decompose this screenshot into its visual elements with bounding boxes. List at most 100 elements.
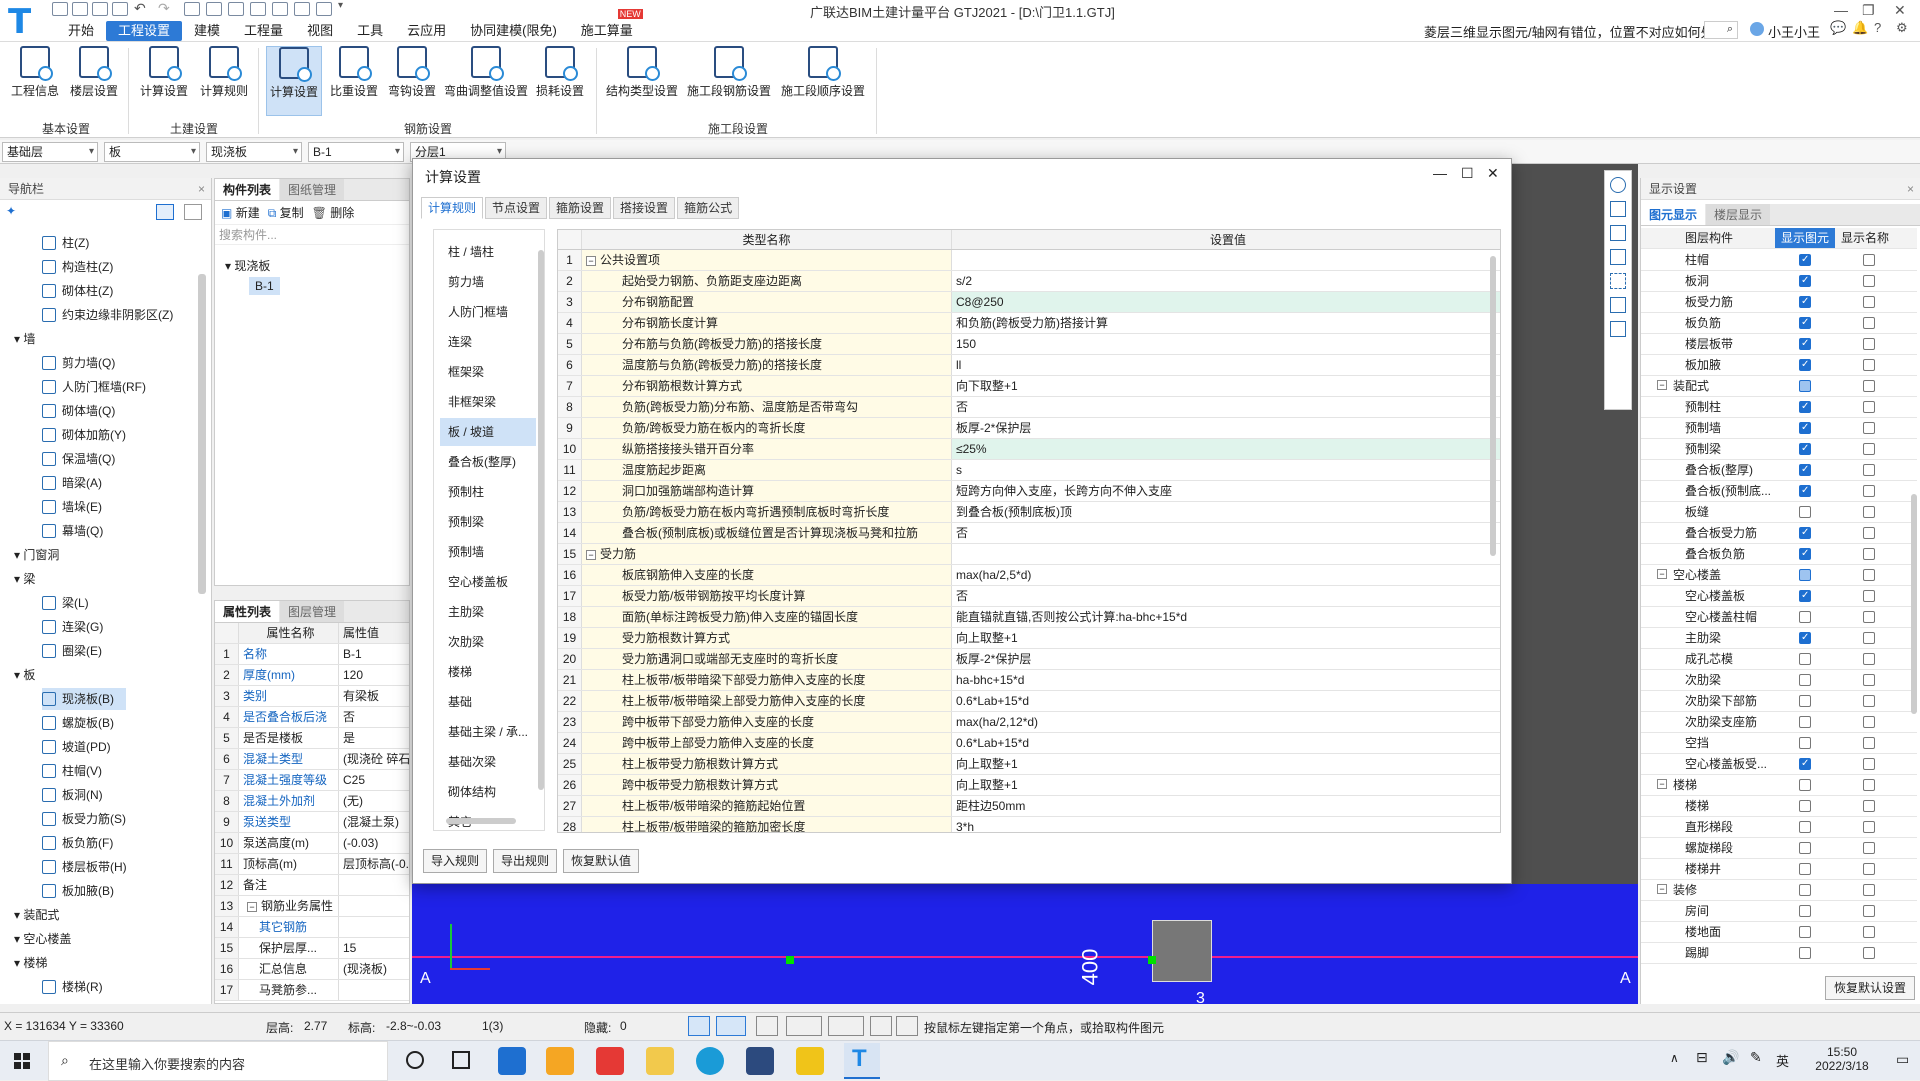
category-item[interactable]: 次肋梁	[440, 628, 536, 656]
menu-start[interactable]: 开始	[56, 21, 106, 41]
show-element-checkbox[interactable]	[1799, 947, 1811, 959]
cad-icon[interactable]	[746, 1047, 774, 1075]
rule-value[interactable]: 0.6*Lab+15*d	[952, 733, 1500, 753]
show-element-checkbox[interactable]	[1799, 716, 1811, 728]
property-value[interactable]: 有梁板	[339, 686, 409, 706]
show-element-checkbox[interactable]	[1799, 506, 1811, 518]
category-item[interactable]: 预制梁	[440, 508, 536, 536]
category-item[interactable]: 基础次梁	[440, 748, 536, 776]
nav-item[interactable]: 构造柱(Z)	[42, 256, 113, 278]
show-name-checkbox[interactable]	[1863, 800, 1875, 812]
app-icon-blue[interactable]	[498, 1047, 526, 1075]
tab-stirrup-formula[interactable]: 箍筋公式	[677, 197, 740, 219]
chat-icon[interactable]: 💬	[1830, 20, 1846, 36]
property-value[interactable]: 层顶标高(-0.	[339, 854, 409, 874]
rule-row[interactable]: 13 负筋/跨板受力筋在板内弯折遇预制底板时弯折长度 到叠合板(预制底板)顶	[558, 502, 1500, 523]
nav-item[interactable]: 柱帽(V)	[42, 760, 102, 782]
show-name-checkbox[interactable]	[1863, 590, 1875, 602]
rotate-icon[interactable]	[1610, 177, 1626, 193]
rule-value[interactable]: s/2	[952, 271, 1500, 291]
rule-row[interactable]: 14 叠合板(预制底板)或板缝位置是否计算现浇板马凳和拉筋 否	[558, 523, 1500, 544]
ime-indicator[interactable]: 英	[1776, 1051, 1789, 1070]
nav-item[interactable]: 保温墙(Q)	[42, 448, 115, 470]
nav-item[interactable]: 楼层板带(H)	[42, 856, 127, 878]
property-value[interactable]	[339, 917, 409, 937]
layout-icon[interactable]	[228, 2, 244, 16]
rule-value[interactable]: s	[952, 460, 1500, 480]
show-name-checkbox[interactable]	[1863, 611, 1875, 623]
category-item[interactable]: 连梁	[440, 328, 536, 356]
rule-row[interactable]: 20 受力筋遇洞口或端部无支座时的弯折长度 板厚-2*保护层	[558, 649, 1500, 670]
property-value[interactable]	[339, 875, 409, 895]
restore-button[interactable]: ❐	[1862, 2, 1875, 19]
edge-icon[interactable]	[696, 1047, 724, 1075]
collapse-toggle-icon[interactable]: −	[1657, 569, 1667, 579]
minimize-button[interactable]: —	[1834, 2, 1848, 18]
rule-row[interactable]: 18 面筋(单标注跨板受力筋)伸入支座的锚固长度 能直锚就直锚,否则按公式计算:ha…	[558, 607, 1500, 628]
show-name-checkbox[interactable]	[1863, 380, 1875, 392]
show-element-checkbox[interactable]	[1799, 754, 1811, 774]
rule-row[interactable]: 25 柱上板带受力筋根数计算方式 向上取整+1	[558, 754, 1500, 775]
category-item[interactable]: 柱 / 墙柱	[440, 238, 536, 266]
nav-item[interactable]: 柱(Z)	[42, 232, 89, 254]
menu-quantity[interactable]: 工程量	[232, 21, 295, 41]
category-item[interactable]: 剪力墙	[440, 268, 536, 296]
rule-value[interactable]: 和负筋(跨板受力筋)搭接计算	[952, 313, 1500, 333]
show-element-checkbox[interactable]	[1799, 292, 1811, 312]
component-select[interactable]: B-1	[308, 142, 404, 162]
rule-value[interactable]	[952, 250, 1500, 270]
nav-item[interactable]: 连梁(G)	[42, 616, 103, 638]
taskbar-search[interactable]: ⌕ 在这里输入你要搜索的内容	[48, 1041, 388, 1081]
more-chevron-icon[interactable]: ▾	[338, 0, 343, 11]
show-name-checkbox[interactable]	[1863, 548, 1875, 560]
show-name-checkbox[interactable]	[1863, 464, 1875, 476]
nav-category[interactable]: ▾ 装配式	[14, 904, 59, 926]
close-button[interactable]: ✕	[1894, 2, 1906, 19]
clock[interactable]: 15:50 2022/3/18	[1800, 1045, 1884, 1073]
show-element-checkbox[interactable]	[1799, 481, 1811, 501]
show-name-checkbox[interactable]	[1863, 821, 1875, 833]
show-name-checkbox[interactable]	[1863, 359, 1875, 371]
nav-item[interactable]: 楼梯(R)	[42, 976, 103, 998]
section-rebar-button[interactable]: 施工段钢筋设置	[686, 46, 772, 104]
table-icon[interactable]	[206, 2, 222, 16]
show-name-checkbox[interactable]	[1863, 947, 1875, 959]
nav-item[interactable]: 墙垛(E)	[42, 496, 102, 518]
export-icon[interactable]	[316, 2, 332, 16]
redo-icon[interactable]: ↷	[158, 0, 170, 17]
rule-value[interactable]: 向下取整+1	[952, 376, 1500, 396]
nav-category[interactable]: ▾ 楼梯	[14, 952, 47, 974]
category-hscrollbar[interactable]	[446, 818, 516, 824]
cross-snap-icon[interactable]	[756, 1016, 778, 1036]
category-item[interactable]: 预制柱	[440, 478, 536, 506]
property-row[interactable]: 6 混凝土类型 (现浇砼 碎石	[215, 749, 409, 770]
network-icon[interactable]: ⊟	[1696, 1049, 1708, 1066]
rule-value[interactable]: ll	[952, 355, 1500, 375]
dialog-maximize-button[interactable]: ☐	[1461, 165, 1474, 182]
close-icon[interactable]: ×	[198, 178, 205, 200]
show-element-checkbox[interactable]	[1799, 460, 1811, 480]
category-select[interactable]: 板	[104, 142, 200, 162]
nav-item[interactable]: 砌体加筋(Y)	[42, 424, 126, 446]
collapse-toggle-icon[interactable]: −	[586, 549, 596, 560]
show-element-checkbox[interactable]	[1799, 884, 1811, 896]
property-row[interactable]: 1 名称 B-1	[215, 644, 409, 665]
rule-value[interactable]: max(ha/2,12*d)	[952, 712, 1500, 732]
property-row[interactable]: 17 马凳筋参...	[215, 980, 409, 1001]
show-element-checkbox[interactable]	[1799, 905, 1811, 917]
property-row[interactable]: 11 顶标高(m) 层顶标高(-0.	[215, 854, 409, 875]
grid-scrollbar[interactable]	[1490, 256, 1496, 556]
copy-button[interactable]: ⧉ 复制	[268, 204, 304, 221]
box-view-icon[interactable]	[1610, 249, 1626, 265]
rule-value[interactable]: ha-bhc+15*d	[952, 670, 1500, 690]
show-element-checkbox[interactable]	[1799, 418, 1811, 438]
show-element-checkbox[interactable]	[1799, 569, 1811, 581]
rule-value[interactable]: 0.6*Lab+15*d	[952, 691, 1500, 711]
nav-scrollbar[interactable]	[198, 274, 206, 594]
help-icon[interactable]: ?	[1874, 20, 1881, 35]
folder-icon[interactable]	[646, 1047, 674, 1075]
delete-button[interactable]: 🗑 删除	[312, 204, 355, 221]
show-name-checkbox[interactable]	[1863, 674, 1875, 686]
category-item[interactable]: 基础主梁 / 承...	[440, 718, 536, 746]
show-name-checkbox[interactable]	[1863, 905, 1875, 917]
